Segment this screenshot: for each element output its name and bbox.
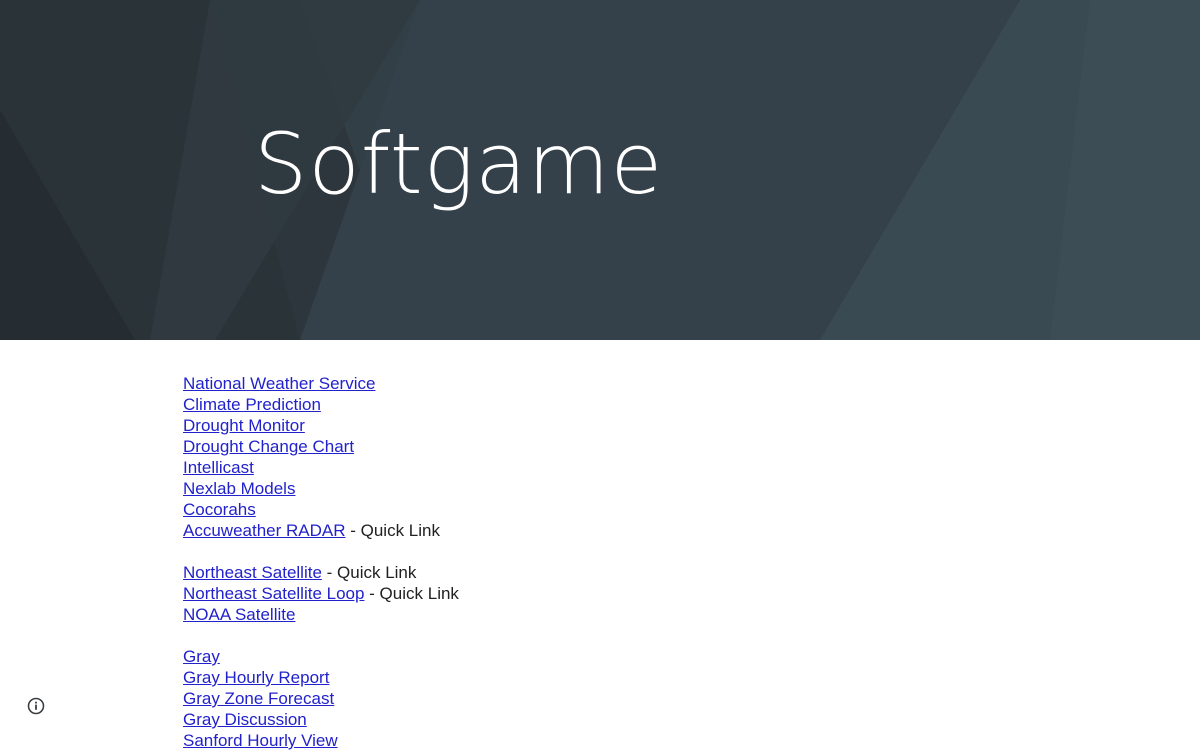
link-nexlab-models[interactable]: Nexlab Models: [183, 479, 295, 498]
link-climate-prediction[interactable]: Climate Prediction: [183, 395, 321, 414]
link-intellicast[interactable]: Intellicast: [183, 458, 254, 477]
list-item: Drought Monitor: [183, 415, 1083, 436]
site-title: Softgame: [254, 115, 664, 213]
info-icon: [27, 697, 45, 715]
list-item: Gray Discussion: [183, 709, 1083, 730]
quick-link-note: - Quick Link: [364, 584, 459, 603]
link-northeast-satellite-loop[interactable]: Northeast Satellite Loop: [183, 584, 364, 603]
link-drought-change-chart[interactable]: Drought Change Chart: [183, 437, 354, 456]
link-gray-zone-forecast[interactable]: Gray Zone Forecast: [183, 689, 334, 708]
link-gray[interactable]: Gray: [183, 647, 220, 666]
list-item: Sanford Hourly View: [183, 730, 1083, 751]
links-list: National Weather Service Climate Predict…: [183, 373, 1083, 751]
list-item: National Weather Service: [183, 373, 1083, 394]
list-item: Climate Prediction: [183, 394, 1083, 415]
link-national-weather-service[interactable]: National Weather Service: [183, 374, 375, 393]
list-item: Cocorahs: [183, 499, 1083, 520]
site-info-button[interactable]: [26, 696, 46, 716]
link-drought-monitor[interactable]: Drought Monitor: [183, 416, 305, 435]
link-northeast-satellite[interactable]: Northeast Satellite: [183, 563, 322, 582]
link-sanford-hourly-view[interactable]: Sanford Hourly View: [183, 731, 338, 750]
list-item: Gray: [183, 646, 1083, 667]
link-gray-hourly-report[interactable]: Gray Hourly Report: [183, 668, 329, 687]
list-item: Gray Zone Forecast: [183, 688, 1083, 709]
list-item: Drought Change Chart: [183, 436, 1083, 457]
link-gray-discussion[interactable]: Gray Discussion: [183, 710, 307, 729]
list-item: NOAA Satellite: [183, 604, 1083, 625]
list-item: Northeast Satellite - Quick Link: [183, 562, 1083, 583]
list-item: Nexlab Models: [183, 478, 1083, 499]
quick-link-note: - Quick Link: [321, 563, 417, 582]
link-accuweather-radar[interactable]: Accuweather RADAR: [183, 521, 346, 540]
quick-link-note: - Quick Link: [345, 521, 440, 540]
link-noaa-satellite[interactable]: NOAA Satellite: [183, 605, 295, 624]
list-item: Northeast Satellite Loop - Quick Link: [183, 583, 1083, 604]
site-header-banner: Softgame: [0, 0, 1200, 340]
list-item: Gray Hourly Report: [183, 667, 1083, 688]
list-item: Accuweather RADAR - Quick Link: [183, 520, 1083, 541]
list-item: Intellicast: [183, 457, 1083, 478]
link-cocorahs[interactable]: Cocorahs: [183, 500, 256, 519]
